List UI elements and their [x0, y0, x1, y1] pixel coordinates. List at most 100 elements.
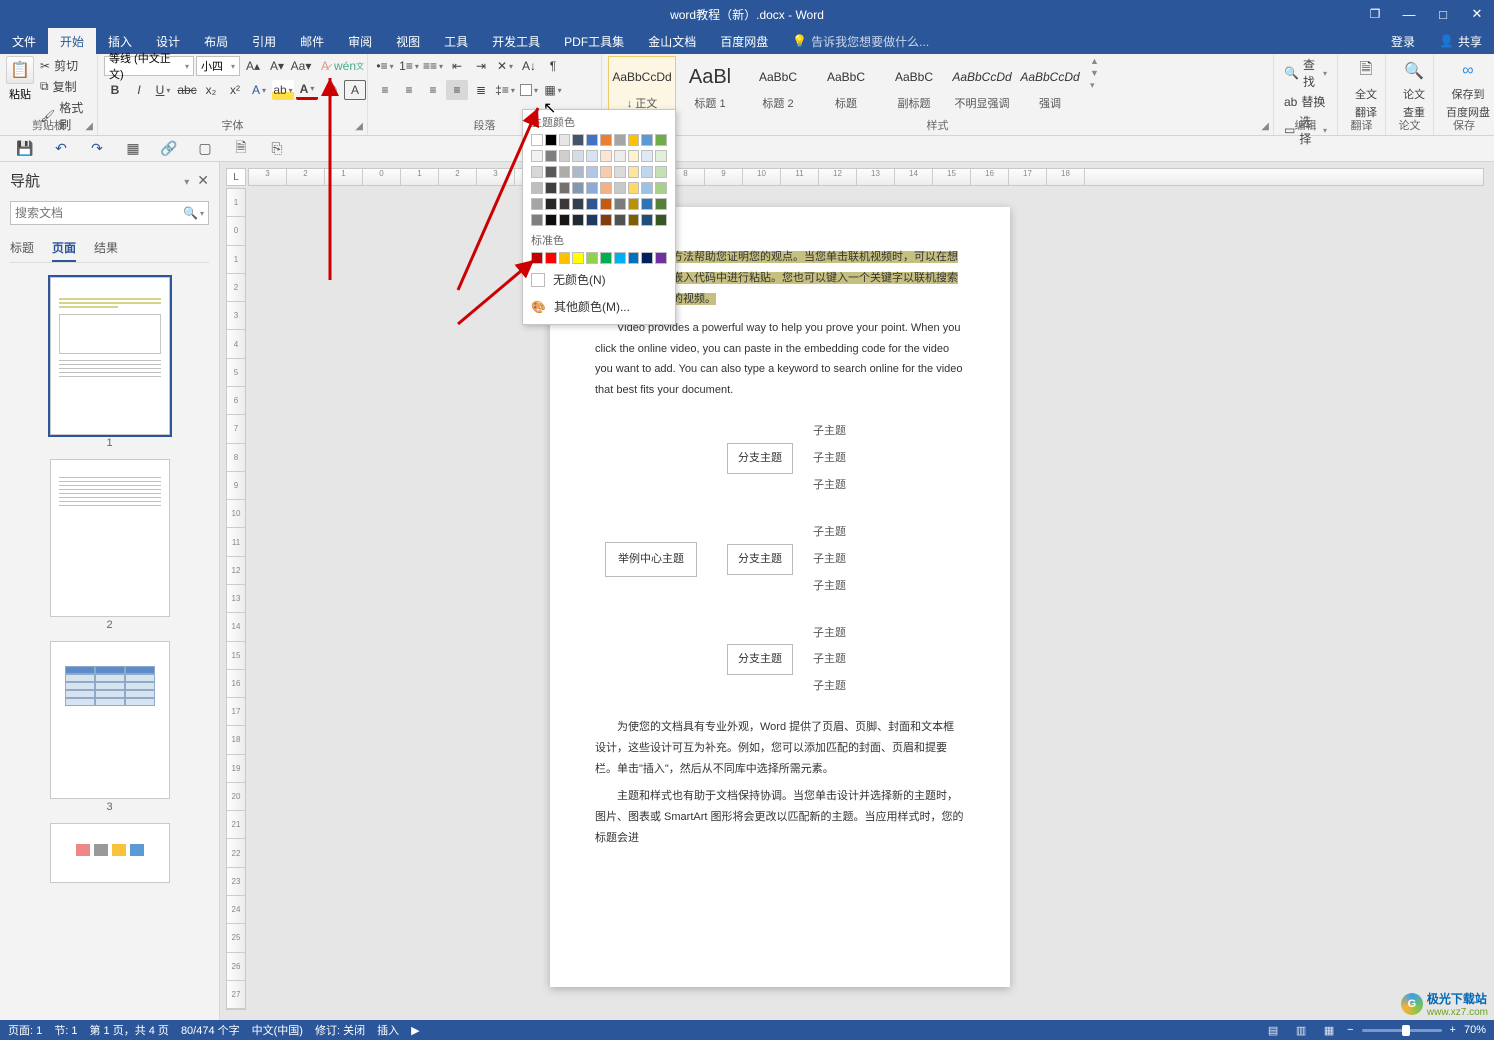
paste-button[interactable]: 粘贴 — [9, 86, 31, 102]
color-swatch[interactable] — [572, 182, 584, 194]
color-swatch[interactable] — [628, 182, 640, 194]
clipboard-launcher[interactable]: ◢ — [85, 121, 93, 132]
nav-tab-pages[interactable]: 页面 — [52, 235, 76, 262]
more-colors-option[interactable]: 🎨其他颜色(M)... — [523, 293, 675, 320]
close-button[interactable]: ✕ — [1460, 0, 1494, 28]
tab-tools[interactable]: 工具 — [432, 28, 480, 54]
color-swatch[interactable] — [655, 134, 667, 146]
tab-file[interactable]: 文件 — [0, 28, 48, 54]
font-size-combo[interactable]: 小四▾ — [196, 56, 240, 76]
no-color-option[interactable]: 无颜色(N) — [523, 266, 675, 293]
minimize-button[interactable]: — — [1392, 0, 1426, 28]
color-swatch[interactable] — [586, 214, 598, 226]
styles-scroll-up[interactable]: ▲ — [1090, 56, 1099, 66]
color-swatch[interactable] — [641, 252, 653, 264]
color-swatch[interactable] — [655, 214, 667, 226]
color-swatch[interactable] — [655, 198, 667, 210]
color-swatch[interactable] — [600, 182, 612, 194]
color-swatch[interactable] — [545, 214, 557, 226]
paste-icon[interactable]: 📋 — [6, 56, 34, 84]
subscript-button[interactable]: x₂ — [200, 80, 222, 100]
style-item-0[interactable]: AaBbCcDd↓ 正文 — [608, 56, 676, 114]
color-swatch[interactable] — [559, 252, 571, 264]
zoom-slider[interactable] — [1362, 1029, 1442, 1032]
tab-layout[interactable]: 布局 — [192, 28, 240, 54]
tab-mailings[interactable]: 邮件 — [288, 28, 336, 54]
color-swatch[interactable] — [559, 182, 571, 194]
color-swatch[interactable] — [614, 214, 626, 226]
styles-more[interactable]: ▾ — [1090, 80, 1099, 91]
ruler-corner[interactable]: L — [226, 168, 246, 186]
color-swatch[interactable] — [641, 182, 653, 194]
color-swatch[interactable] — [614, 198, 626, 210]
color-swatch[interactable] — [586, 198, 598, 210]
mindmap-center[interactable]: 举例中心主题 — [605, 542, 697, 577]
status-macro-icon[interactable]: ▶ — [411, 1024, 419, 1037]
ribbon-display-options-icon[interactable]: ❐ — [1358, 0, 1392, 28]
status-section[interactable]: 节: 1 — [54, 1022, 77, 1038]
color-swatch[interactable] — [531, 166, 543, 178]
save-baidu-button[interactable]: ∞ 保存到百度网盘 — [1440, 56, 1494, 120]
font-name-combo[interactable]: 等线 (中文正文)▾ — [104, 56, 194, 76]
grow-font-button[interactable]: A▴ — [242, 56, 264, 76]
qat-button-3[interactable]: ▢ — [194, 138, 216, 160]
color-swatch[interactable] — [531, 150, 543, 162]
tab-baidupan[interactable]: 百度网盘 — [708, 28, 780, 54]
status-page[interactable]: 页面: 1 — [8, 1022, 42, 1038]
increase-indent-button[interactable]: ⇥ — [470, 56, 492, 76]
color-swatch[interactable] — [641, 214, 653, 226]
tab-devtools[interactable]: 开发工具 — [480, 28, 552, 54]
align-right-button[interactable]: ≡ — [422, 80, 444, 100]
color-swatch[interactable] — [628, 252, 640, 264]
tab-home[interactable]: 开始 — [48, 28, 96, 54]
nav-search-input[interactable] — [15, 206, 183, 220]
styles-launcher[interactable]: ◢ — [1261, 121, 1269, 132]
fulltext-translate-button[interactable]: 🗎 全文翻译 — [1344, 56, 1388, 120]
color-swatch[interactable] — [572, 134, 584, 146]
multilevel-list-button[interactable]: ≡≡ — [422, 56, 444, 76]
copy-button[interactable]: ⧉复制 — [38, 77, 91, 96]
bold-button[interactable]: B — [104, 80, 126, 100]
color-swatch[interactable] — [628, 198, 640, 210]
style-item-5[interactable]: AaBbCcDd不明显强调 — [948, 56, 1016, 114]
color-swatch[interactable] — [641, 150, 653, 162]
color-swatch[interactable] — [600, 198, 612, 210]
share-button[interactable]: 👤共享 — [1427, 28, 1494, 54]
status-language[interactable]: 中文(中国) — [252, 1022, 303, 1038]
zoom-level[interactable]: 70% — [1464, 1024, 1486, 1036]
status-track-changes[interactable]: 修订: 关闭 — [315, 1022, 365, 1038]
tab-pdftools[interactable]: PDF工具集 — [552, 28, 636, 54]
decrease-indent-button[interactable]: ⇤ — [446, 56, 468, 76]
qat-button-2[interactable]: 🔗 — [158, 138, 180, 160]
qat-button-4[interactable]: 🗎 — [230, 138, 252, 160]
color-swatch[interactable] — [545, 198, 557, 210]
color-swatch[interactable] — [655, 150, 667, 162]
color-swatch[interactable] — [572, 150, 584, 162]
superscript-button[interactable]: x² — [224, 80, 246, 100]
mindmap-branch[interactable]: 分支主题 — [727, 443, 793, 474]
replace-button[interactable]: ab替换 — [1280, 93, 1331, 110]
style-item-3[interactable]: AaBbC标题 — [812, 56, 880, 114]
color-swatch[interactable] — [572, 214, 584, 226]
font-color-button[interactable]: A — [296, 80, 318, 100]
underline-button[interactable]: U — [152, 80, 174, 100]
document-area[interactable]: L 3210123456789101112131415161718 101234… — [220, 162, 1494, 1020]
horizontal-ruler[interactable]: 3210123456789101112131415161718 — [248, 168, 1484, 186]
thesis-check-button[interactable]: 🔍 论文查重 — [1392, 56, 1436, 120]
nav-menu-caret[interactable]: ▾ — [184, 177, 189, 188]
color-swatch[interactable] — [572, 198, 584, 210]
distribute-button[interactable]: ≣ — [470, 80, 492, 100]
color-swatch[interactable] — [531, 198, 543, 210]
status-word-count[interactable]: 80/474 个字 — [181, 1022, 240, 1038]
italic-button[interactable]: I — [128, 80, 150, 100]
tell-me[interactable]: 💡告诉我您想要做什么... — [792, 28, 929, 54]
color-swatch[interactable] — [641, 198, 653, 210]
undo-button[interactable]: ↶ — [50, 138, 72, 160]
style-item-6[interactable]: AaBbCcDd强调 — [1016, 56, 1084, 114]
line-spacing-button[interactable]: ‡≡ — [494, 80, 516, 100]
color-swatch[interactable] — [655, 182, 667, 194]
borders-button[interactable]: ▦ — [542, 80, 564, 100]
color-swatch[interactable] — [559, 214, 571, 226]
color-swatch[interactable] — [600, 214, 612, 226]
clear-format-button[interactable]: A̷ — [314, 56, 336, 76]
